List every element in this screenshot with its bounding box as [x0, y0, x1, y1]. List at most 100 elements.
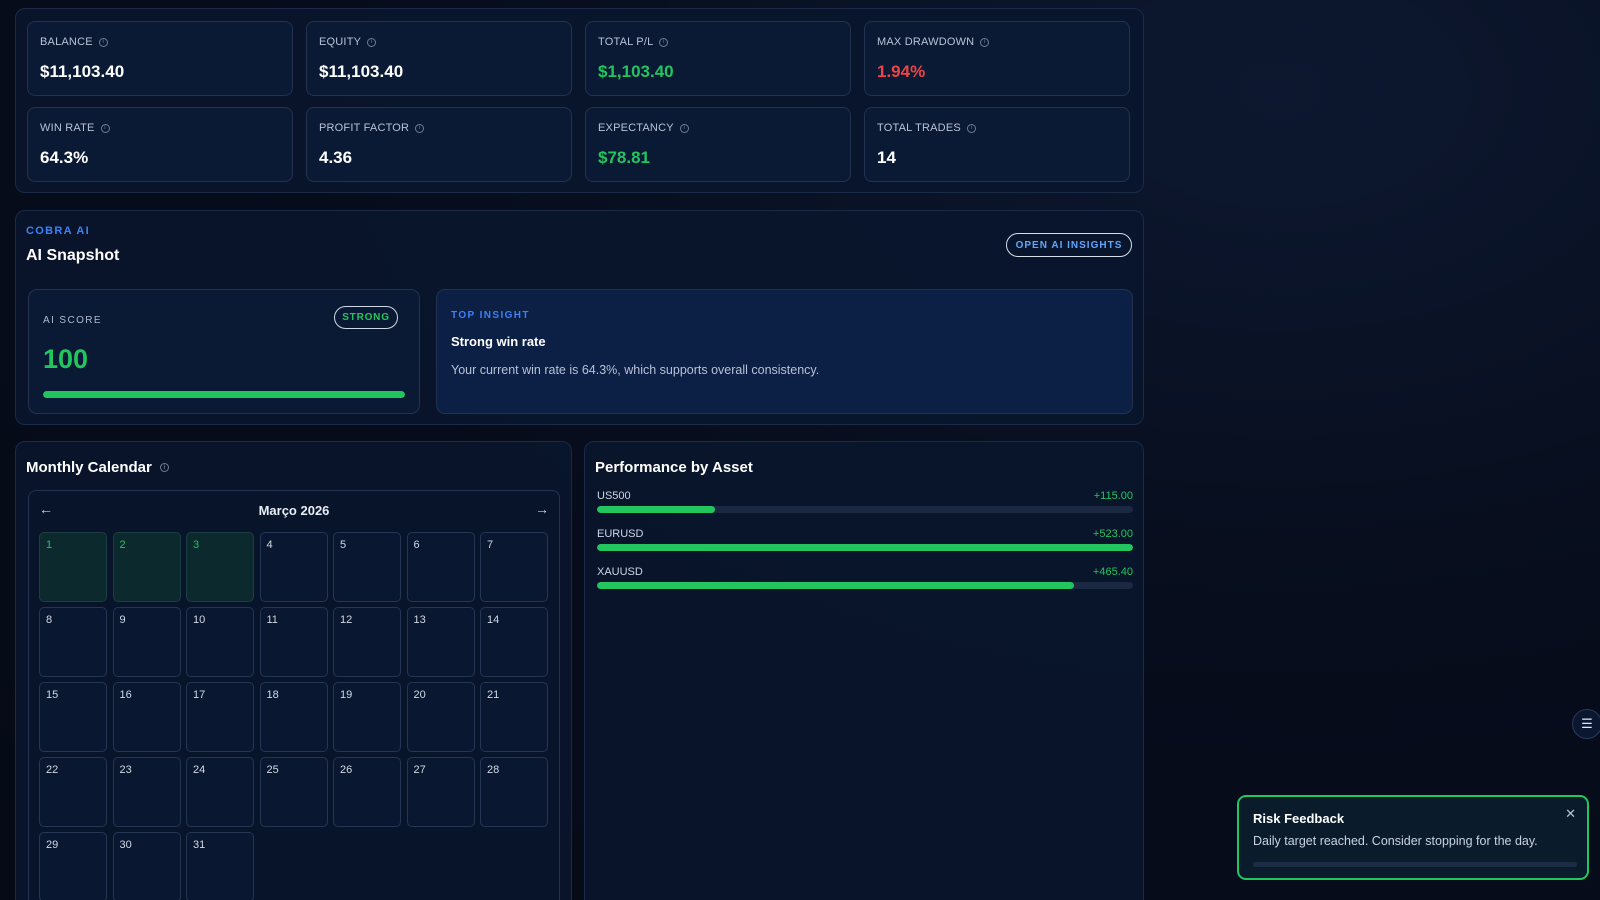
asset-progress-fill — [597, 544, 1133, 551]
stat-card-win-rate: WIN RATE i 64.3% — [27, 107, 293, 182]
stat-value: 4.36 — [319, 148, 353, 167]
calendar-day-cell[interactable]: 1 — [39, 532, 107, 602]
ai-score-progress-bar — [43, 391, 405, 398]
insight-title: Strong win rate — [451, 334, 546, 349]
info-icon[interactable]: i — [966, 123, 976, 133]
stat-label: PROFIT FACTOR — [319, 122, 410, 134]
info-icon[interactable]: i — [980, 37, 990, 47]
score-status-badge: STRONG — [334, 306, 398, 329]
ai-score-card: AI SCORE STRONG 100 — [28, 289, 420, 414]
stat-value: $1,103.40 — [598, 62, 674, 81]
stat-card-profit-factor: PROFIT FACTOR i 4.36 — [306, 107, 572, 182]
calendar-day-cell[interactable]: 19 — [333, 682, 401, 752]
stat-card-total-pl: TOTAL P/L i $1,103.40 — [585, 21, 851, 96]
dashboard-page: BALANCE i $11,103.40 EQUITY i $11,103.40 T… — [0, 0, 1600, 900]
calendar-day-cell[interactable]: 31 — [186, 832, 254, 900]
calendar-day-cell[interactable]: 28 — [480, 757, 548, 827]
open-ai-insights-button[interactable]: OPEN AI INSIGHTS — [1006, 233, 1132, 257]
calendar-day-cell[interactable]: 27 — [406, 757, 475, 827]
insight-text: Your current win rate is 64.3%, which su… — [451, 363, 820, 377]
toast-progress-bar — [1253, 862, 1577, 867]
asset-row: XAUUSD +465.40 — [597, 566, 1133, 596]
info-icon[interactable]: i — [679, 123, 689, 133]
monthly-calendar-panel: Monthly Calendar i ← Março 2026 → 123456… — [15, 441, 572, 900]
calendar-day-cell[interactable]: 21 — [480, 682, 548, 752]
calendar-day-cell[interactable]: 26 — [333, 757, 401, 827]
calendar-day-cell[interactable]: 7 — [480, 532, 548, 602]
stat-label: TOTAL P/L — [598, 36, 654, 48]
calendar-day-cell[interactable]: 6 — [406, 532, 475, 602]
ai-score-label: AI SCORE — [43, 315, 102, 326]
ai-kicker: COBRA AI — [26, 225, 90, 237]
stat-label: BALANCE — [40, 36, 93, 48]
asset-progress-bar — [597, 506, 1133, 513]
calendar-day-cell[interactable]: 9 — [112, 607, 181, 677]
menu-toggle-icon[interactable]: ☰ — [1572, 709, 1600, 739]
info-icon[interactable]: i — [415, 123, 425, 133]
insight-kicker: TOP INSIGHT — [451, 310, 530, 321]
calendar-day-cell[interactable]: 24 — [186, 757, 254, 827]
calendar-day-cell[interactable]: 17 — [186, 682, 254, 752]
asset-name: EURUSD — [597, 528, 644, 540]
arrow-right-icon[interactable]: → — [535, 501, 549, 517]
calendar-day-cell[interactable]: 30 — [112, 832, 181, 900]
calendar-day-cell[interactable]: 20 — [406, 682, 475, 752]
info-icon[interactable]: i — [159, 463, 169, 472]
calendar-day-cell[interactable]: 3 — [186, 532, 254, 602]
stat-label: WIN RATE — [40, 122, 95, 134]
asset-progress-fill — [597, 506, 715, 513]
calendar-grid: 1 2 3 4 5 6 7 8 9 10 11 12 13 14 15 16 17 18 19 20 21 22 23 24 2… — [39, 532, 548, 900]
asset-progress-bar — [597, 544, 1133, 551]
calendar-day-cell[interactable]: 12 — [333, 607, 401, 677]
performance-by-asset-panel: Performance by Asset US500 +115.00 EURUSD +… — [584, 441, 1144, 900]
stat-label: EQUITY — [319, 36, 362, 48]
asset-row: EURUSD +523.00 — [597, 528, 1133, 558]
asset-value: +523.00 — [1092, 528, 1133, 540]
calendar-day-cell[interactable]: 29 — [39, 832, 107, 900]
calendar-day-cell[interactable]: 16 — [112, 682, 181, 752]
calendar-container: ← Março 2026 → 1 2 3 4 5 6 7 8 9 10 11 12 13 14 15 16 17… — [28, 490, 560, 900]
asset-progress-fill — [597, 582, 1075, 589]
asset-row: US500 +115.00 — [597, 490, 1133, 520]
calendar-day-cell[interactable]: 10 — [186, 607, 254, 677]
calendar-day-cell[interactable]: 4 — [259, 532, 328, 602]
risk-feedback-toast: Risk Feedback Daily target reached. Cons… — [1237, 795, 1589, 880]
stat-value: $11,103.40 — [319, 62, 404, 81]
calendar-day-cell[interactable]: 2 — [112, 532, 181, 602]
calendar-day-cell[interactable]: 18 — [259, 682, 328, 752]
stat-value: 64.3% — [40, 148, 89, 167]
calendar-day-cell[interactable]: 8 — [39, 607, 107, 677]
ai-score-value: 100 — [43, 344, 89, 374]
asset-name: XAUUSD — [597, 566, 643, 578]
toast-title: Risk Feedback — [1253, 811, 1345, 826]
info-icon[interactable]: i — [367, 37, 377, 47]
calendar-day-cell[interactable]: 5 — [333, 532, 401, 602]
stats-panel: BALANCE i $11,103.40 EQUITY i $11,103.40 T… — [15, 8, 1144, 193]
stat-value: 14 — [877, 148, 896, 167]
calendar-day-cell[interactable]: 11 — [259, 607, 328, 677]
toast-message: Daily target reached. Consider stopping … — [1253, 834, 1538, 848]
asset-name: US500 — [597, 490, 631, 502]
ai-score-progress-fill — [43, 391, 405, 398]
close-icon[interactable]: ✕ — [1565, 806, 1576, 822]
calendar-day-cell[interactable]: 14 — [480, 607, 548, 677]
calendar-title: Monthly Calendar — [26, 459, 152, 476]
info-icon[interactable]: i — [100, 123, 110, 133]
info-icon[interactable]: i — [659, 37, 669, 47]
calendar-day-cell[interactable]: 23 — [112, 757, 181, 827]
stat-value: 1.94% — [877, 62, 926, 81]
stat-label: EXPECTANCY — [598, 122, 674, 134]
calendar-day-cell[interactable]: 13 — [406, 607, 475, 677]
stat-card-balance: BALANCE i $11,103.40 — [27, 21, 293, 96]
ai-snapshot-panel: COBRA AI AI Snapshot OPEN AI INSIGHTS AI… — [15, 210, 1144, 425]
stat-label: TOTAL TRADES — [877, 122, 961, 134]
stat-value: $11,103.40 — [40, 62, 125, 81]
calendar-day-cell[interactable]: 15 — [39, 682, 107, 752]
info-icon[interactable]: i — [98, 37, 108, 47]
calendar-day-cell[interactable]: 22 — [39, 757, 107, 827]
ai-snapshot-title: AI Snapshot — [26, 247, 120, 264]
stat-card-equity: EQUITY i $11,103.40 — [306, 21, 572, 96]
stat-card-max-drawdown: MAX DRAWDOWN i 1.94% — [864, 21, 1130, 96]
stat-label: MAX DRAWDOWN — [877, 36, 975, 48]
calendar-day-cell[interactable]: 25 — [259, 757, 328, 827]
